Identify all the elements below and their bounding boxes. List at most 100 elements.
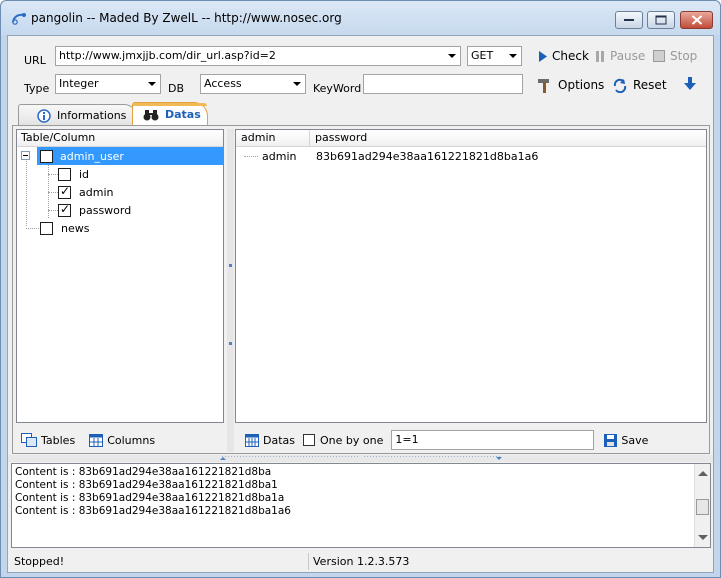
grid-header-password[interactable]: password <box>310 130 706 147</box>
reset-button[interactable]: Reset <box>612 76 667 94</box>
admin-user-checkbox[interactable] <box>40 149 53 163</box>
one-by-one-label: One by one <box>320 433 384 447</box>
status-bar: Stopped! Version 1.2.3.573 <box>8 550 713 572</box>
tab-datas-label: Datas <box>165 108 201 121</box>
password-checkbox[interactable] <box>58 202 71 217</box>
log-line: Content is : 83b691ad294e38aa161221821d8… <box>15 479 278 491</box>
tables-icon <box>21 433 37 447</box>
columns-button[interactable]: Columns <box>89 433 155 447</box>
tree-node-label: admin_user <box>60 149 124 163</box>
scroll-up-icon[interactable] <box>698 471 708 476</box>
pangolin-app-icon <box>12 13 26 25</box>
datas-button[interactable]: Datas <box>245 433 295 447</box>
url-label: URL <box>24 54 46 67</box>
arrow-down-icon[interactable] <box>684 77 696 91</box>
tab-datas[interactable]: Datas <box>132 102 208 126</box>
tree-node-label: admin <box>79 185 114 199</box>
tables-label: Tables <box>41 433 76 447</box>
tree-toolbar: Tables Columns <box>21 427 155 453</box>
log-line: Content is : 83b691ad294e38aa161221821d8… <box>15 492 285 504</box>
info-icon <box>37 108 51 123</box>
reset-arrows-icon <box>613 78 627 93</box>
method-value: GET <box>471 49 494 62</box>
binoculars-icon <box>143 109 159 120</box>
admin-checkbox[interactable] <box>58 184 71 199</box>
condition-value: 1=1 <box>395 433 419 446</box>
keyword-input[interactable] <box>363 74 523 94</box>
tree-node-admin-user[interactable]: admin_user <box>37 147 223 165</box>
stop-label: Stop <box>670 49 698 63</box>
method-dropdown-arrow-icon[interactable] <box>505 47 521 65</box>
close-icon <box>691 15 702 25</box>
url-input[interactable]: http://www.jmxjjb.com/dir_url.asp?id=2 <box>55 46 461 66</box>
db-dropdown-arrow-icon[interactable] <box>289 75 305 93</box>
collapse-icon[interactable] <box>21 151 30 160</box>
tree-column-header[interactable]: Table/Column <box>17 130 223 147</box>
tree-node-password[interactable]: password <box>58 201 131 219</box>
play-icon <box>539 50 547 62</box>
log-line: Content is : 83b691ad294e38aa161221821d8… <box>15 505 291 517</box>
columns-icon <box>89 433 104 447</box>
reset-label: Reset <box>633 78 667 92</box>
tables-button[interactable]: Tables <box>21 433 75 447</box>
pause-label: Pause <box>610 49 646 63</box>
data-grid[interactable]: admin password admin 83b691ad294e38aa161… <box>235 129 707 423</box>
pause-button[interactable]: Pause <box>595 47 645 65</box>
horizontal-splitter[interactable] <box>8 455 713 462</box>
check-button[interactable]: Check <box>538 47 589 65</box>
db-value: Access <box>204 77 242 90</box>
app-window: pangolin -- Maded By ZwelL -- http://www… <box>0 0 721 578</box>
grid-cell-password[interactable]: 83b691ad294e38aa161221821d8ba1a6 <box>316 150 538 163</box>
maximize-icon <box>655 15 667 25</box>
datas-label: Datas <box>263 433 295 447</box>
grid-cell-admin[interactable]: admin <box>262 150 296 163</box>
type-value: Integer <box>59 77 99 90</box>
url-dropdown-arrow-icon[interactable] <box>444 47 460 65</box>
news-checkbox[interactable] <box>40 221 53 235</box>
condition-input[interactable]: 1=1 <box>391 430 595 450</box>
one-by-one-checkbox[interactable] <box>303 434 315 446</box>
type-dropdown-arrow-icon[interactable] <box>144 75 160 93</box>
type-label: Type <box>24 82 50 95</box>
tree-node-news[interactable]: news <box>40 219 89 237</box>
db-select[interactable]: Access <box>200 74 306 94</box>
tree-node-id[interactable]: id <box>58 165 89 183</box>
id-checkbox[interactable] <box>58 167 71 181</box>
tab-informations-label: Informations <box>57 109 127 122</box>
log-scrollbar[interactable] <box>694 464 710 547</box>
minimize-icon <box>624 19 634 21</box>
scroll-down-icon[interactable] <box>698 535 708 540</box>
pause-icon <box>596 50 604 62</box>
client-area: URL http://www.jmxjjb.com/dir_url.asp?id… <box>7 35 714 573</box>
vertical-splitter[interactable] <box>227 129 234 452</box>
options-label: Options <box>558 78 605 92</box>
tree-node-label: news <box>61 221 90 235</box>
method-select[interactable]: GET <box>467 46 522 66</box>
maximize-button[interactable] <box>647 11 675 29</box>
type-select[interactable]: Integer <box>55 74 161 94</box>
datas-panel: Table/Column admin_user id ✓ admin ✓ pas… <box>12 125 710 454</box>
check-label: Check <box>552 49 589 63</box>
tree-node-label: id <box>79 167 90 181</box>
tree-node-label: password <box>79 203 132 217</box>
stop-button[interactable]: Stop <box>653 47 697 65</box>
stop-icon <box>653 50 665 62</box>
keyword-label: KeyWord <box>313 82 362 95</box>
status-text: Stopped! <box>14 555 65 568</box>
tree-node-admin[interactable]: admin <box>58 183 113 201</box>
title-bar[interactable]: pangolin -- Maded By ZwelL -- http://www… <box>1 1 720 35</box>
calendar-grid-icon <box>245 433 259 447</box>
close-button[interactable] <box>680 11 713 29</box>
log-output[interactable]: Content is : 83b691ad294e38aa161221821d8… <box>11 463 711 548</box>
url-value: http://www.jmxjjb.com/dir_url.asp?id=2 <box>59 49 276 62</box>
scroll-thumb[interactable] <box>696 499 709 515</box>
minimize-button[interactable] <box>615 11 643 29</box>
hammer-icon <box>538 78 549 93</box>
tab-informations[interactable]: Informations <box>18 104 138 126</box>
window-title: pangolin -- Maded By ZwelL -- http://www… <box>31 11 342 25</box>
options-button[interactable]: Options <box>537 76 604 94</box>
db-label: DB <box>168 82 185 95</box>
grid-header-admin[interactable]: admin <box>236 130 310 147</box>
table-tree[interactable]: Table/Column admin_user id ✓ admin ✓ pas… <box>16 129 224 423</box>
save-button[interactable]: Save <box>604 433 648 447</box>
